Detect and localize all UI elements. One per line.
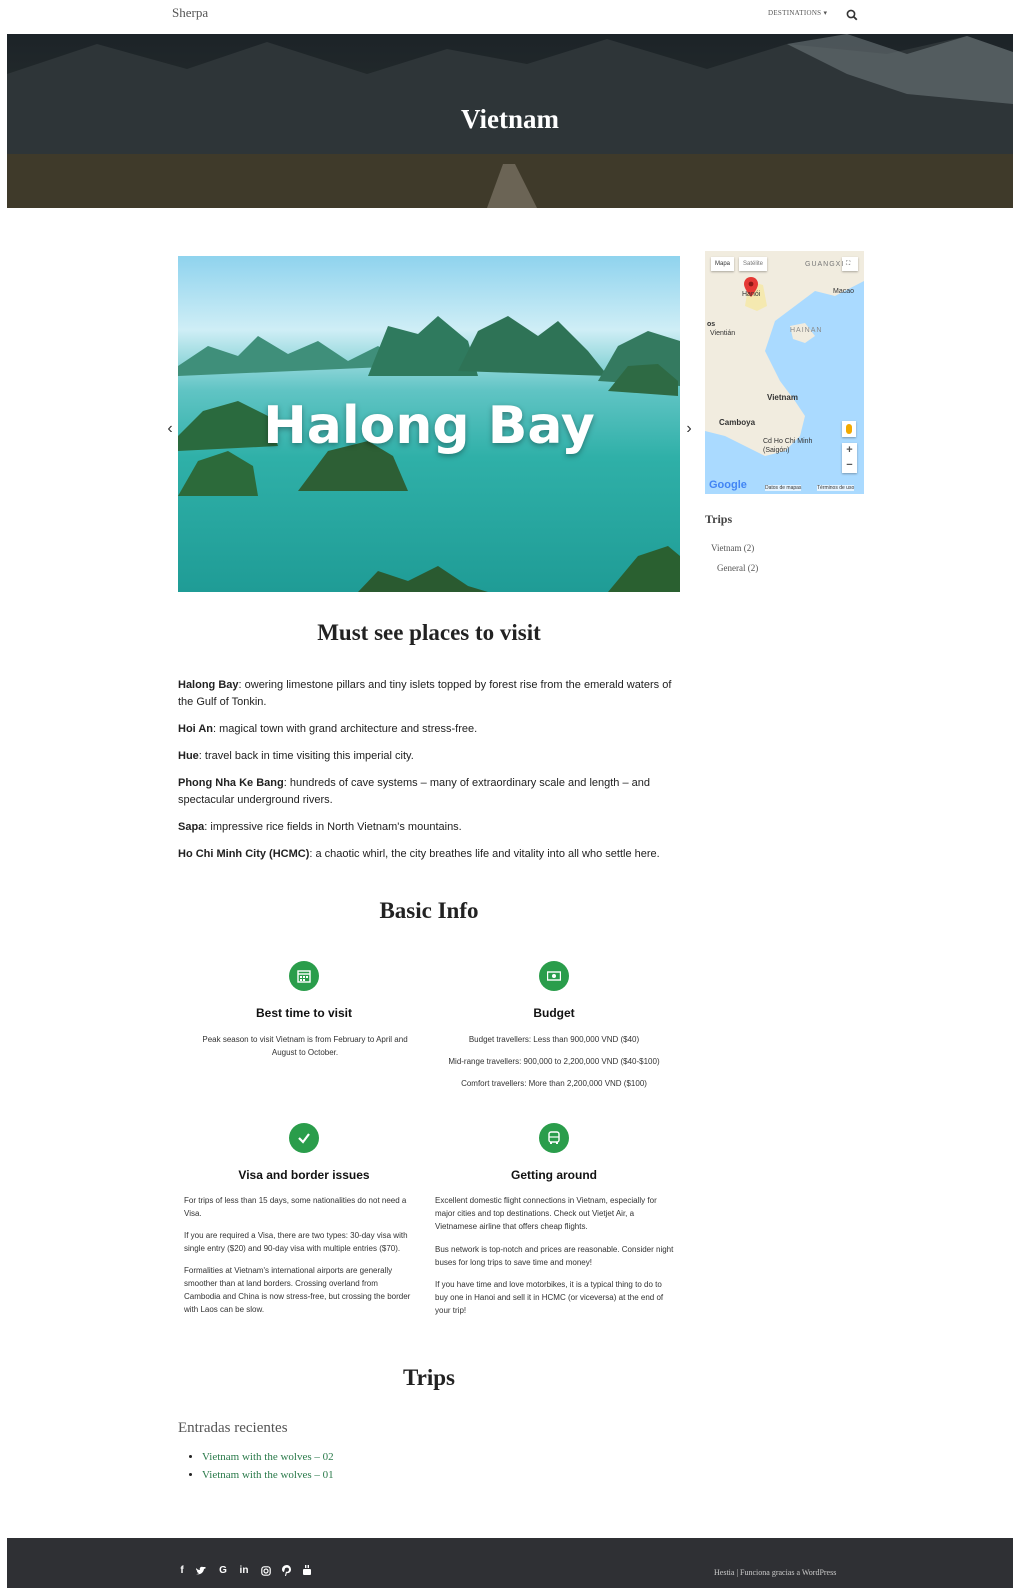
place-name: Halong Bay <box>178 679 239 691</box>
google-plus-icon[interactable]: G <box>217 1565 229 1576</box>
best-time-text: Peak season to visit Vietnam is from Feb… <box>202 1035 408 1057</box>
place-phong-nha: Phong Nha Ke Bang: hundreds of cave syst… <box>178 775 680 809</box>
place-description: : travel back in time visiting this impe… <box>198 750 414 762</box>
sidebar-item-vietnam[interactable]: Vietnam (2) <box>711 543 754 553</box>
map-tab-satellite[interactable]: Satélite <box>739 257 768 271</box>
site-brand[interactable]: Sherpa <box>172 5 208 21</box>
twitter-icon[interactable] <box>196 1566 207 1576</box>
basic-info-title: Basic Info <box>379 898 479 923</box>
place-name: Sapa <box>178 821 205 833</box>
best-time-icon-badge <box>289 961 319 991</box>
google-logo: Google <box>709 479 747 491</box>
must-see-title: Must see places to visit <box>317 620 541 645</box>
place-description: : magical town with grand architecture a… <box>213 723 478 735</box>
zoom-in-button[interactable]: + <box>842 443 857 458</box>
carousel-slide: Halong Bay <box>178 256 680 592</box>
map-zoom-controls: + − <box>842 443 857 473</box>
budget-line: Comfort travellers: More than 2,200,000 … <box>461 1079 647 1088</box>
sidebar-trips-title: Trips <box>705 512 733 526</box>
list-item: Vietnam with the wolves – 02 <box>202 1448 334 1466</box>
trips-title: Trips <box>403 1365 455 1390</box>
bus-icon <box>548 1131 560 1144</box>
recent-post-link[interactable]: Vietnam with the wolves – 01 <box>202 1469 334 1481</box>
visa-text: For trips of less than 15 days, some nat… <box>184 1196 407 1218</box>
facebook-icon[interactable]: f <box>176 1565 188 1576</box>
map-label-laos: os <box>707 321 716 328</box>
place-hue: Hue: travel back in time visiting this i… <box>178 748 680 765</box>
place-sapa: Sapa: impressive rice fields in North Vi… <box>178 819 680 836</box>
visa-icon-badge <box>289 1123 319 1153</box>
map-label-vientian: Vientián <box>710 330 736 337</box>
carousel-caption: Halong Bay <box>263 396 595 456</box>
street-view-pegman-icon[interactable] <box>842 421 856 437</box>
budget-icon-badge <box>539 961 569 991</box>
linkedin-icon[interactable]: in <box>238 1565 250 1576</box>
budget-line: Mid-range travellers: 900,000 to 2,200,0… <box>448 1057 660 1066</box>
map-label-hainan: HAINAN <box>790 327 823 334</box>
top-navbar: Sherpa DESTINATIONS ▾ <box>0 0 1013 34</box>
recent-posts-title: Entradas recientes <box>178 1420 288 1436</box>
visa-title: Visa and border issues <box>238 1168 370 1182</box>
place-hcmc: Ho Chi Minh City (HCMC): a chaotic whirl… <box>178 846 680 863</box>
calendar-icon <box>297 970 311 983</box>
place-hoi-an: Hoi An: magical town with grand architec… <box>178 721 680 738</box>
getting-around-title: Getting around <box>511 1168 597 1182</box>
carousel-prev-button[interactable]: ‹ <box>163 420 177 438</box>
sidebar-item-general[interactable]: General (2) <box>717 563 758 573</box>
budget-title: Budget <box>533 1006 575 1020</box>
getting-around-text: Excellent domestic flight connections in… <box>435 1196 657 1231</box>
place-description: : a chaotic whirl, the city breathes lif… <box>309 848 660 860</box>
map-terms-link[interactable]: Términos de uso <box>817 485 855 491</box>
place-halong-bay: Halong Bay: owering limestone pillars an… <box>178 677 680 711</box>
place-description: : impressive rice fields in North Vietna… <box>204 821 462 833</box>
map-label-camboya: Camboya <box>719 418 756 427</box>
zoom-out-button[interactable]: − <box>842 458 857 473</box>
check-icon <box>298 1133 310 1144</box>
map-label-vietnam: Vietnam <box>767 393 798 402</box>
getting-around-icon-badge <box>539 1123 569 1153</box>
place-name: Phong Nha Ke Bang <box>178 777 284 789</box>
visa-text: Formalities at Vietnam's international a… <box>184 1266 411 1314</box>
recent-post-link[interactable]: Vietnam with the wolves – 02 <box>202 1451 334 1463</box>
instagram-icon[interactable] <box>261 1566 271 1576</box>
place-description: : owering limestone pillars and tiny isl… <box>178 679 672 708</box>
place-name: Hoi An <box>178 723 214 735</box>
list-item: Vietnam with the wolves – 01 <box>202 1466 334 1484</box>
destinations-menu[interactable]: DESTINATIONS ▾ <box>768 9 827 17</box>
money-icon <box>547 971 561 981</box>
budget-line: Budget travellers: Less than 900,000 VND… <box>468 1035 640 1044</box>
page-title: Vietnam <box>461 104 559 134</box>
carousel-next-button[interactable]: › <box>682 420 696 438</box>
place-name: Ho Chi Minh City (HCMC) <box>178 848 310 860</box>
pinterest-icon[interactable] <box>282 1565 292 1576</box>
map-label-guangxi: GUANGXI <box>805 261 845 268</box>
map-widget[interactable]: Mapa Satélite ⛶ GUANGXI Hanói Macao os V… <box>705 251 864 494</box>
hero-banner: Vietnam <box>7 34 1013 208</box>
site-footer <box>7 1538 1013 1588</box>
footer-credit[interactable]: Hestia | Funciona gracias a WordPress <box>714 1568 836 1577</box>
chevron-down-icon: ▾ <box>823 9 828 17</box>
map-tab-mapa[interactable]: Mapa <box>711 257 735 271</box>
search-icon[interactable] <box>846 9 858 21</box>
best-time-title: Best time to visit <box>255 1006 353 1020</box>
map-label-hcmc: Cd Ho Chi Minh (Saigón) <box>763 438 813 454</box>
getting-around-text: Bus network is top-notch and prices are … <box>435 1245 674 1267</box>
getting-around-text: If you have time and love motorbikes, it… <box>435 1280 664 1315</box>
map-data-attribution: Datos de mapas <box>765 485 802 491</box>
recent-posts-list: Vietnam with the wolves – 02 Vietnam wit… <box>190 1448 334 1484</box>
youtube-icon[interactable] <box>302 1565 312 1576</box>
destinations-label: DESTINATIONS <box>768 9 822 17</box>
map-label-hanoi: Hanói <box>742 291 761 298</box>
fullscreen-icon[interactable]: ⛶ <box>842 257 858 271</box>
visa-text: If you are required a Visa, there are tw… <box>184 1231 408 1253</box>
place-name: Hue <box>178 750 199 762</box>
map-label-macao: Macao <box>833 288 855 295</box>
